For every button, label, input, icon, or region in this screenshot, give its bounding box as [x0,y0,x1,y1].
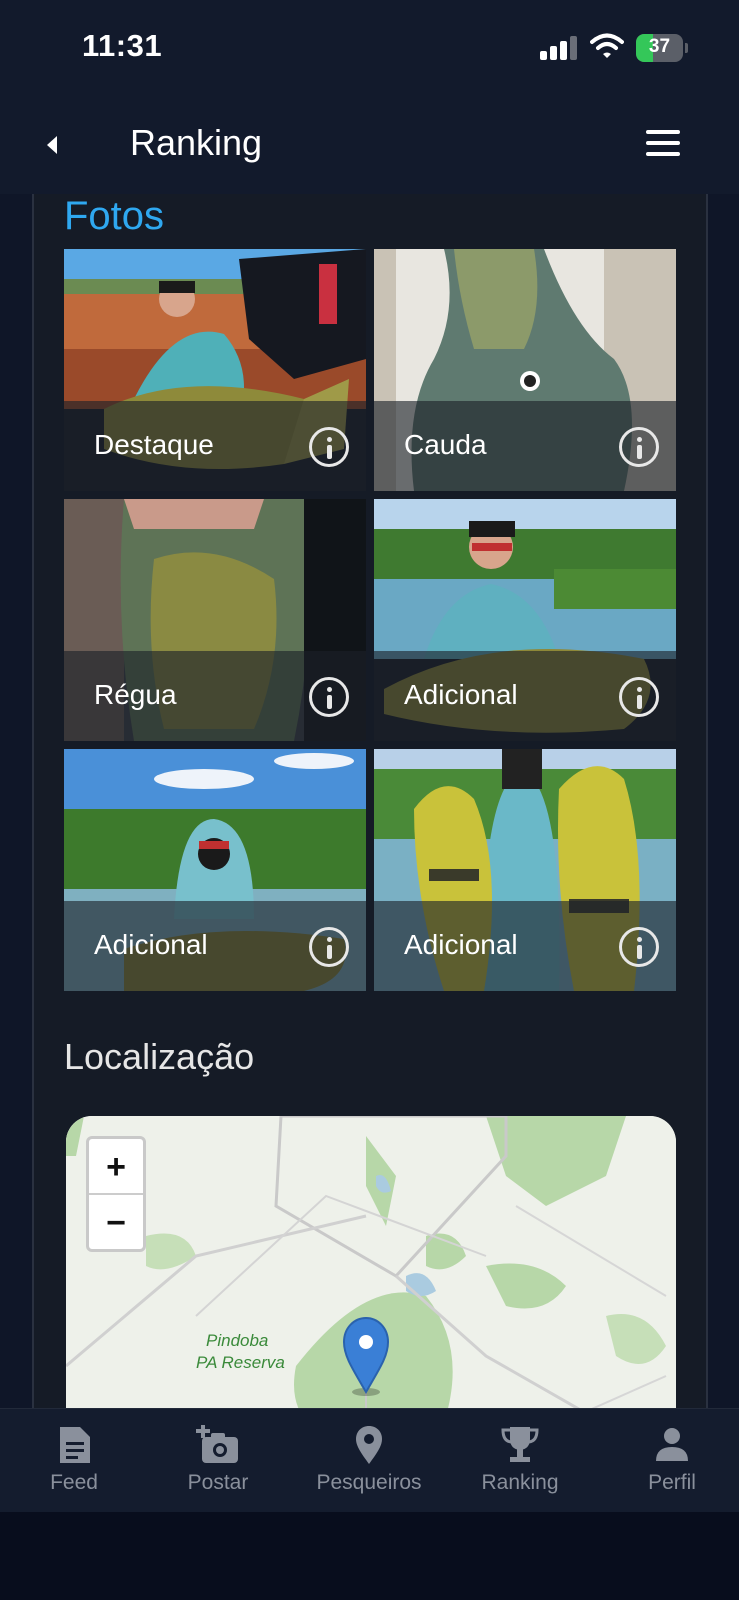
photo-tile-regua[interactable]: Régua [64,499,366,741]
person-icon [656,1428,688,1461]
location-pin-icon [356,1426,382,1464]
photo-tile-adicional-2[interactable]: Adicional [64,749,366,991]
nav-item-postar[interactable]: Postar [144,1409,292,1513]
zoom-out-button[interactable]: − [89,1195,143,1251]
app-header: Ranking [0,100,739,194]
back-button[interactable] [34,122,70,168]
trophy-icon [501,1427,539,1462]
info-icon[interactable] [309,927,349,967]
nav-label: Pesqueiros [316,1471,422,1494]
info-icon[interactable] [619,927,659,967]
nav-label: Perfil [648,1471,696,1494]
hamburger-menu-button[interactable] [644,128,684,160]
back-arrow-icon [47,136,57,154]
nav-item-ranking[interactable]: Ranking [446,1409,594,1513]
map-pin-icon[interactable] [342,1316,390,1396]
nav-label: Ranking [481,1471,559,1494]
photo-label: Cauda [404,429,487,460]
map-place-label: PA Reserva [196,1353,285,1372]
photo-label: Régua [94,679,177,710]
map-zoom-control: + − [86,1136,146,1252]
info-icon[interactable] [309,677,349,717]
battery-icon: 37 [636,34,688,62]
info-icon[interactable] [619,677,659,717]
status-time: 11:31 [82,28,163,63]
status-bar: 11:31 37 [0,0,739,100]
photo-tile-cauda[interactable]: Cauda [374,249,676,491]
location-section-title: Localização [64,1036,255,1077]
photo-tile-adicional-1[interactable]: Adicional [374,499,676,741]
nav-item-pesqueiros[interactable]: Pesqueiros [295,1409,443,1513]
document-icon [60,1427,90,1463]
bottom-navigation: Feed Postar Pesqueiros Ranking Perfil [0,1408,739,1512]
content-scroll-area[interactable]: Fotos Destaque Cauda Régua Adicional Adi… [0,194,739,1408]
page-title: Ranking [130,122,263,163]
home-indicator-area [0,1512,739,1600]
nav-label: Feed [50,1471,98,1494]
zoom-in-button[interactable]: + [89,1139,143,1195]
map-place-label: Pindoba [206,1331,269,1350]
cellular-signal-icon [540,36,578,60]
nav-label: Postar [187,1471,249,1494]
photos-section-title: Fotos [64,194,165,238]
catch-details-card: Fotos Destaque Cauda Régua Adicional Adi… [32,194,708,1408]
photo-tile-destaque[interactable]: Destaque [64,249,366,491]
app-screen: 11:31 37 Ranking Fotos Destaque Cauda Ré… [0,0,739,1600]
info-icon[interactable] [309,427,349,467]
add-photo-icon [196,1425,238,1463]
photo-label: Destaque [94,429,214,460]
photo-label: Adicional [94,929,208,960]
nav-item-perfil[interactable]: Perfil [598,1409,739,1513]
battery-level: 37 [648,36,671,57]
wifi-icon [590,32,624,60]
photo-label: Adicional [404,929,518,960]
location-map[interactable]: Pindoba PA Reserva + − [66,1116,676,1408]
nav-item-feed[interactable]: Feed [0,1409,148,1513]
photo-label: Adicional [404,679,518,710]
photo-tile-adicional-3[interactable]: Adicional [374,749,676,991]
info-icon[interactable] [619,427,659,467]
